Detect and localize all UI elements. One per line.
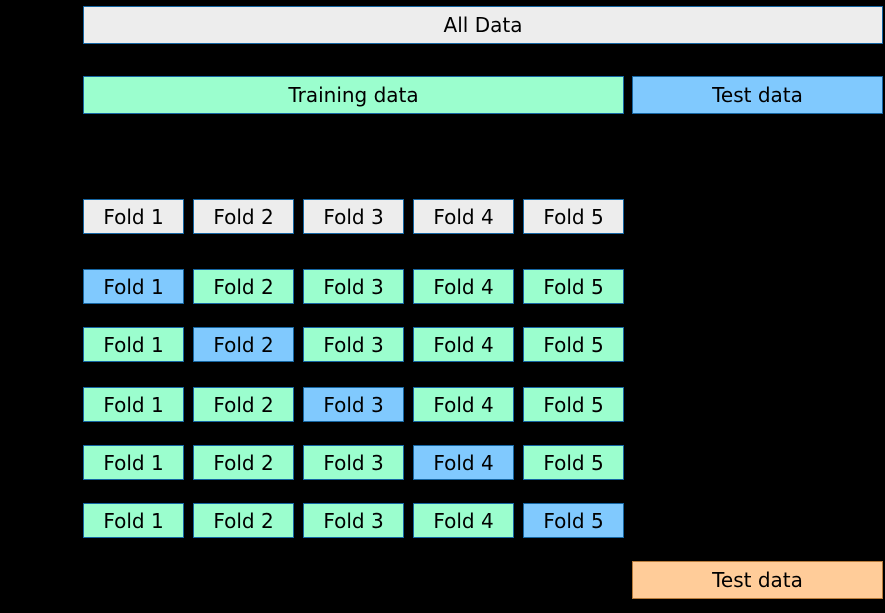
- split3-fold4: Fold 4: [413, 387, 514, 422]
- fold-header-label: Fold 4: [433, 205, 493, 229]
- fold-label: Fold 5: [543, 451, 603, 475]
- fold-label: Fold 2: [213, 451, 273, 475]
- split3-fold1: Fold 1: [83, 387, 184, 422]
- fold-header-1: Fold 1: [83, 199, 184, 234]
- final-test-data-label: Test data: [712, 568, 803, 592]
- all-data-box: All Data: [83, 6, 883, 44]
- fold-label: Fold 2: [213, 275, 273, 299]
- split4-fold1: Fold 1: [83, 445, 184, 480]
- training-data-label: Training data: [288, 83, 418, 107]
- cross-validation-diagram: All Data Training data Test data Fold 1 …: [0, 0, 885, 613]
- fold-label: Fold 3: [323, 393, 383, 417]
- split5-fold3: Fold 3: [303, 503, 404, 538]
- fold-label: Fold 5: [543, 509, 603, 533]
- training-data-box: Training data: [83, 76, 624, 114]
- fold-label: Fold 5: [543, 393, 603, 417]
- fold-header-label: Fold 5: [543, 205, 603, 229]
- split1-fold2: Fold 2: [193, 269, 294, 304]
- split4-fold2: Fold 2: [193, 445, 294, 480]
- fold-label: Fold 2: [213, 509, 273, 533]
- fold-label: Fold 1: [103, 509, 163, 533]
- fold-label: Fold 1: [103, 451, 163, 475]
- all-data-label: All Data: [444, 13, 523, 37]
- fold-label: Fold 1: [103, 333, 163, 357]
- fold-label: Fold 1: [103, 393, 163, 417]
- split4-fold4: Fold 4: [413, 445, 514, 480]
- fold-header-label: Fold 3: [323, 205, 383, 229]
- fold-label: Fold 4: [433, 393, 493, 417]
- split5-fold1: Fold 1: [83, 503, 184, 538]
- split1-fold3: Fold 3: [303, 269, 404, 304]
- split2-fold2: Fold 2: [193, 327, 294, 362]
- fold-label: Fold 4: [433, 509, 493, 533]
- split2-fold3: Fold 3: [303, 327, 404, 362]
- split4-fold5: Fold 5: [523, 445, 624, 480]
- split2-fold5: Fold 5: [523, 327, 624, 362]
- final-test-data-box: Test data: [632, 561, 883, 599]
- split3-fold2: Fold 2: [193, 387, 294, 422]
- split3-fold3: Fold 3: [303, 387, 404, 422]
- fold-header-label: Fold 2: [213, 205, 273, 229]
- split5-fold4: Fold 4: [413, 503, 514, 538]
- fold-label: Fold 2: [213, 333, 273, 357]
- split1-fold1: Fold 1: [83, 269, 184, 304]
- fold-label: Fold 3: [323, 451, 383, 475]
- fold-label: Fold 2: [213, 393, 273, 417]
- fold-label: Fold 3: [323, 333, 383, 357]
- split3-fold5: Fold 5: [523, 387, 624, 422]
- split5-fold2: Fold 2: [193, 503, 294, 538]
- fold-header-5: Fold 5: [523, 199, 624, 234]
- test-data-label: Test data: [712, 83, 803, 107]
- fold-label: Fold 5: [543, 333, 603, 357]
- fold-header-3: Fold 3: [303, 199, 404, 234]
- fold-label: Fold 4: [433, 451, 493, 475]
- fold-label: Fold 1: [103, 275, 163, 299]
- fold-label: Fold 4: [433, 333, 493, 357]
- fold-header-label: Fold 1: [103, 205, 163, 229]
- fold-label: Fold 4: [433, 275, 493, 299]
- fold-label: Fold 3: [323, 509, 383, 533]
- fold-label: Fold 3: [323, 275, 383, 299]
- fold-header-4: Fold 4: [413, 199, 514, 234]
- fold-label: Fold 5: [543, 275, 603, 299]
- split2-fold4: Fold 4: [413, 327, 514, 362]
- fold-header-2: Fold 2: [193, 199, 294, 234]
- split1-fold5: Fold 5: [523, 269, 624, 304]
- split1-fold4: Fold 4: [413, 269, 514, 304]
- split2-fold1: Fold 1: [83, 327, 184, 362]
- split4-fold3: Fold 3: [303, 445, 404, 480]
- test-data-box: Test data: [632, 76, 883, 114]
- split5-fold5: Fold 5: [523, 503, 624, 538]
